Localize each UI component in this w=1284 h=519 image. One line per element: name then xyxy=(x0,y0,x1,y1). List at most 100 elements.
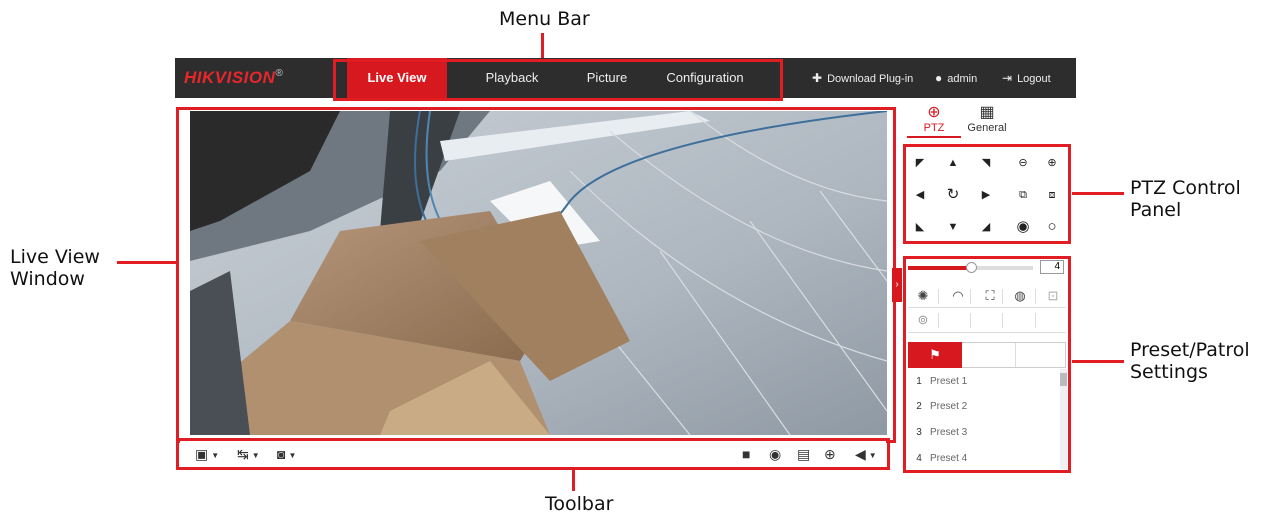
auto-pan-button[interactable]: ↻ xyxy=(941,183,965,207)
wiper-button[interactable]: ◠ xyxy=(943,285,973,307)
focus-icon: ⛶ xyxy=(985,288,995,303)
toolbar: ▣ ▼ ↹ ▼ ◙ ▼ ■ ◉ ▤ ⊕ ◀ ▼ xyxy=(180,441,886,467)
user-icon: ● xyxy=(935,71,943,85)
divider xyxy=(1035,313,1036,328)
pan-down-button[interactable]: ▼ xyxy=(941,215,965,239)
crosshair-icon: ⊕ xyxy=(927,104,941,121)
chevron-down-icon: ▼ xyxy=(288,450,297,460)
zoom-out-button[interactable]: ⊖ xyxy=(1011,151,1035,175)
callout-toolbar: Toolbar xyxy=(545,493,614,515)
tab-general-label: General xyxy=(967,122,1007,134)
callout-toolbar-line xyxy=(572,469,575,491)
preset-scrollbar-thumb[interactable] xyxy=(1060,373,1067,386)
ptz-speed-value: 4 xyxy=(1040,260,1064,274)
stream-type-icon: ↹ xyxy=(237,446,249,462)
iris-close-button[interactable]: ○ xyxy=(1040,215,1064,239)
zoom-area-icon: ⊡ xyxy=(1047,288,1059,303)
list-item[interactable]: 2 Preset 2 xyxy=(908,394,1058,419)
stop-live-view-button[interactable]: ■ xyxy=(742,446,750,462)
tab-configuration[interactable]: Configuration xyxy=(650,58,760,98)
logout-link[interactable]: ⇥ Logout xyxy=(1002,58,1051,98)
preset-number: 1 xyxy=(916,376,922,387)
preset-name: Preset 3 xyxy=(930,427,968,438)
preset-number: 2 xyxy=(916,401,922,412)
divider xyxy=(970,289,971,304)
logo-mark: ® xyxy=(275,68,284,79)
light-button[interactable]: ✺ xyxy=(908,285,938,307)
tab-pattern[interactable] xyxy=(1015,342,1065,368)
iris-open-button[interactable]: ◉ xyxy=(1011,215,1035,239)
tab-general[interactable]: ▦ General xyxy=(960,104,1014,134)
focus-near-button[interactable]: ⧉ xyxy=(1011,183,1035,207)
pan-left-button[interactable]: ◀ xyxy=(908,183,932,207)
download-plugin-label: Download Plug-in xyxy=(827,73,914,85)
preset-number: 4 xyxy=(916,453,922,464)
callout-ptz-line xyxy=(1072,192,1124,195)
wiper-icon: ◠ xyxy=(952,288,964,303)
chevron-down-icon: ▼ xyxy=(211,450,220,460)
live-view-video[interactable] xyxy=(190,111,887,435)
callout-preset-line2: Settings xyxy=(1130,361,1208,383)
callout-menu-line xyxy=(541,33,544,60)
focus-far-button[interactable]: ⧈ xyxy=(1040,183,1064,207)
auxiliary-focus-button[interactable]: ⛶ xyxy=(975,285,1005,307)
tab-patrol[interactable] xyxy=(962,342,1014,368)
zoom-icon: ⊕ xyxy=(824,446,836,462)
user-label: admin xyxy=(947,73,978,85)
speaker-icon: ◀ xyxy=(855,446,866,462)
audio-button[interactable]: ◀ ▼ xyxy=(855,446,877,463)
pan-down-left-button[interactable]: ◣ xyxy=(908,215,932,239)
pan-up-button[interactable]: ▲ xyxy=(941,151,965,175)
tab-picture[interactable]: Picture xyxy=(562,58,652,98)
lens-init-button[interactable]: ◍ xyxy=(1005,285,1035,307)
preset-name: Preset 2 xyxy=(930,401,968,412)
callout-live-view-line xyxy=(117,261,176,264)
list-item[interactable]: 1 Preset 1 xyxy=(908,369,1058,394)
ptz-speed-slider-fill xyxy=(908,266,972,270)
lens-icon: ◍ xyxy=(1014,288,1026,303)
menu-bar: HIKVISION® Live View Playback Picture Co… xyxy=(175,58,1076,98)
chevron-down-icon: ▼ xyxy=(868,450,877,460)
pan-right-button[interactable]: ▶ xyxy=(974,183,998,207)
3d-position-button[interactable]: ⊡ xyxy=(1038,285,1068,307)
camera-icon: ◉ xyxy=(769,446,782,462)
preset-name: Preset 1 xyxy=(930,376,968,387)
panel-collapse-handle[interactable]: › xyxy=(892,268,902,302)
tab-playback[interactable]: Playback xyxy=(452,58,572,98)
stream-type-button[interactable]: ↹ ▼ xyxy=(237,446,260,463)
digital-zoom-button[interactable]: ⊕ xyxy=(824,446,836,463)
callout-preset-line1: Preset/Patrol xyxy=(1130,339,1250,361)
pan-up-left-button[interactable]: ◤ xyxy=(908,151,932,175)
capture-button[interactable]: ◉ xyxy=(769,446,781,463)
pan-up-right-button[interactable]: ◥ xyxy=(974,151,998,175)
list-item[interactable]: 4 Preset 4 xyxy=(908,446,1058,471)
record-button[interactable]: ▤ xyxy=(797,446,810,463)
stop-icon: ■ xyxy=(742,446,751,462)
download-plugin-link[interactable]: ✚ Download Plug-in xyxy=(812,58,913,98)
callout-preset-line xyxy=(1072,360,1124,363)
preset-name: Preset 4 xyxy=(930,453,968,464)
tab-live-view[interactable]: Live View xyxy=(347,58,447,98)
divider xyxy=(1035,289,1036,304)
chevron-down-icon: ▼ xyxy=(251,450,260,460)
list-item[interactable]: 3 Preset 3 xyxy=(908,420,1058,445)
window-layout-button[interactable]: ▣ ▼ xyxy=(195,446,219,463)
divider xyxy=(970,313,971,328)
callout-menu-bar: Menu Bar xyxy=(499,8,590,30)
tab-ptz[interactable]: ⊕ PTZ xyxy=(907,104,961,134)
zoom-in-button[interactable]: ⊕ xyxy=(1040,151,1064,175)
divider xyxy=(1002,289,1003,304)
manual-track-button[interactable]: ⊚ xyxy=(908,309,938,331)
tab-ptz-label: PTZ xyxy=(923,122,945,134)
logout-label: Logout xyxy=(1017,73,1051,85)
user-menu[interactable]: ● admin xyxy=(935,58,977,98)
plugin-type-button[interactable]: ◙ ▼ xyxy=(277,446,296,462)
logo-text: HIKVISION xyxy=(184,68,276,87)
tab-preset[interactable]: ⚑ xyxy=(908,342,962,368)
pan-down-right-button[interactable]: ◢ xyxy=(974,215,998,239)
grid-icon: ▦ xyxy=(979,104,995,121)
ptz-speed-slider-knob[interactable] xyxy=(966,262,977,273)
logout-icon: ⇥ xyxy=(1002,71,1013,85)
flag-icon: ⚑ xyxy=(929,347,941,362)
chevron-right-icon: › xyxy=(895,279,899,290)
